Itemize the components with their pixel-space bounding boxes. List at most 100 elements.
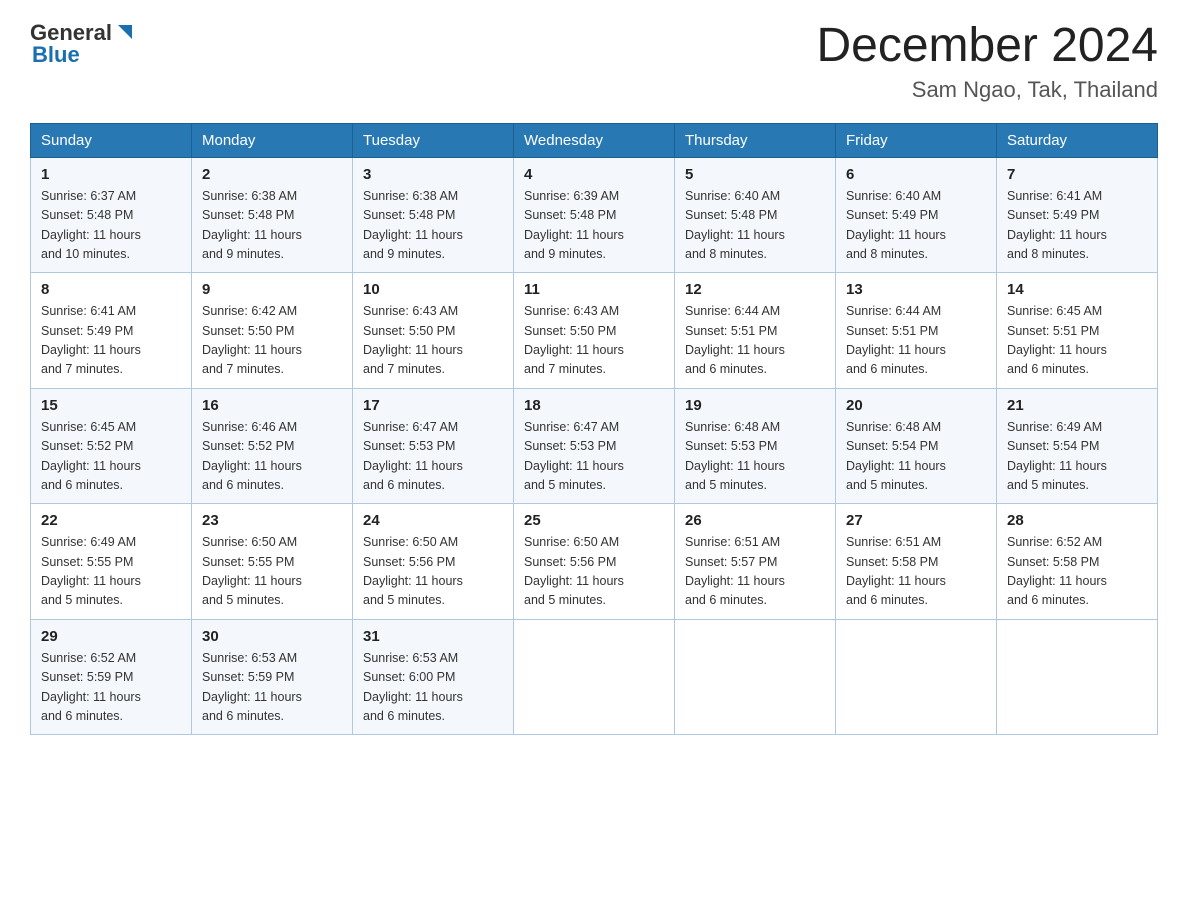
calendar-day-cell: 17 Sunrise: 6:47 AMSunset: 5:53 PMDaylig… [353,388,514,504]
day-of-week-header: Monday [192,123,353,157]
calendar-week-row: 15 Sunrise: 6:45 AMSunset: 5:52 PMDaylig… [31,388,1158,504]
calendar-day-cell: 11 Sunrise: 6:43 AMSunset: 5:50 PMDaylig… [514,273,675,389]
day-number: 30 [202,628,342,645]
calendar-day-cell: 15 Sunrise: 6:45 AMSunset: 5:52 PMDaylig… [31,388,192,504]
calendar-day-cell: 26 Sunrise: 6:51 AMSunset: 5:57 PMDaylig… [675,504,836,620]
calendar-day-cell: 7 Sunrise: 6:41 AMSunset: 5:49 PMDayligh… [997,157,1158,273]
day-info: Sunrise: 6:39 AMSunset: 5:48 PMDaylight:… [524,189,624,261]
day-number: 13 [846,281,986,298]
day-number: 6 [846,166,986,183]
calendar-day-cell: 18 Sunrise: 6:47 AMSunset: 5:53 PMDaylig… [514,388,675,504]
calendar-day-cell: 8 Sunrise: 6:41 AMSunset: 5:49 PMDayligh… [31,273,192,389]
page-header: General Blue December 2024 Sam Ngao, Tak… [30,20,1158,103]
day-info: Sunrise: 6:40 AMSunset: 5:49 PMDaylight:… [846,189,946,261]
day-info: Sunrise: 6:46 AMSunset: 5:52 PMDaylight:… [202,420,302,492]
day-number: 20 [846,397,986,414]
day-number: 29 [41,628,181,645]
day-number: 16 [202,397,342,414]
calendar-table: SundayMondayTuesdayWednesdayThursdayFrid… [30,123,1158,736]
calendar-day-cell: 23 Sunrise: 6:50 AMSunset: 5:55 PMDaylig… [192,504,353,620]
day-info: Sunrise: 6:51 AMSunset: 5:57 PMDaylight:… [685,535,785,607]
day-number: 5 [685,166,825,183]
calendar-week-row: 8 Sunrise: 6:41 AMSunset: 5:49 PMDayligh… [31,273,1158,389]
day-number: 10 [363,281,503,298]
day-number: 19 [685,397,825,414]
day-info: Sunrise: 6:51 AMSunset: 5:58 PMDaylight:… [846,535,946,607]
day-number: 28 [1007,512,1147,529]
title-block: December 2024 Sam Ngao, Tak, Thailand [816,20,1158,103]
logo: General Blue [30,20,136,68]
calendar-day-cell: 24 Sunrise: 6:50 AMSunset: 5:56 PMDaylig… [353,504,514,620]
day-of-week-header: Friday [836,123,997,157]
day-number: 27 [846,512,986,529]
day-number: 26 [685,512,825,529]
day-number: 1 [41,166,181,183]
day-info: Sunrise: 6:48 AMSunset: 5:54 PMDaylight:… [846,420,946,492]
location-title: Sam Ngao, Tak, Thailand [816,77,1158,103]
calendar-day-cell: 2 Sunrise: 6:38 AMSunset: 5:48 PMDayligh… [192,157,353,273]
calendar-week-row: 29 Sunrise: 6:52 AMSunset: 5:59 PMDaylig… [31,619,1158,735]
day-number: 21 [1007,397,1147,414]
day-of-week-header: Wednesday [514,123,675,157]
day-number: 2 [202,166,342,183]
day-info: Sunrise: 6:50 AMSunset: 5:56 PMDaylight:… [363,535,463,607]
calendar-day-cell: 1 Sunrise: 6:37 AMSunset: 5:48 PMDayligh… [31,157,192,273]
calendar-day-cell: 5 Sunrise: 6:40 AMSunset: 5:48 PMDayligh… [675,157,836,273]
day-number: 15 [41,397,181,414]
day-info: Sunrise: 6:52 AMSunset: 5:58 PMDaylight:… [1007,535,1107,607]
day-of-week-header: Sunday [31,123,192,157]
calendar-day-cell [997,619,1158,735]
day-info: Sunrise: 6:44 AMSunset: 5:51 PMDaylight:… [846,304,946,376]
day-info: Sunrise: 6:53 AMSunset: 5:59 PMDaylight:… [202,651,302,723]
month-title: December 2024 [816,20,1158,73]
day-info: Sunrise: 6:50 AMSunset: 5:56 PMDaylight:… [524,535,624,607]
calendar-day-cell: 10 Sunrise: 6:43 AMSunset: 5:50 PMDaylig… [353,273,514,389]
calendar-day-cell [675,619,836,735]
day-info: Sunrise: 6:37 AMSunset: 5:48 PMDaylight:… [41,189,141,261]
calendar-day-cell: 21 Sunrise: 6:49 AMSunset: 5:54 PMDaylig… [997,388,1158,504]
day-info: Sunrise: 6:38 AMSunset: 5:48 PMDaylight:… [202,189,302,261]
day-number: 11 [524,281,664,298]
day-number: 3 [363,166,503,183]
day-info: Sunrise: 6:53 AMSunset: 6:00 PMDaylight:… [363,651,463,723]
calendar-week-row: 22 Sunrise: 6:49 AMSunset: 5:55 PMDaylig… [31,504,1158,620]
calendar-week-row: 1 Sunrise: 6:37 AMSunset: 5:48 PMDayligh… [31,157,1158,273]
calendar-day-cell: 16 Sunrise: 6:46 AMSunset: 5:52 PMDaylig… [192,388,353,504]
calendar-day-cell: 19 Sunrise: 6:48 AMSunset: 5:53 PMDaylig… [675,388,836,504]
day-info: Sunrise: 6:41 AMSunset: 5:49 PMDaylight:… [1007,189,1107,261]
day-info: Sunrise: 6:45 AMSunset: 5:52 PMDaylight:… [41,420,141,492]
calendar-day-cell: 25 Sunrise: 6:50 AMSunset: 5:56 PMDaylig… [514,504,675,620]
calendar-day-cell: 12 Sunrise: 6:44 AMSunset: 5:51 PMDaylig… [675,273,836,389]
calendar-day-cell: 31 Sunrise: 6:53 AMSunset: 6:00 PMDaylig… [353,619,514,735]
calendar-day-cell: 6 Sunrise: 6:40 AMSunset: 5:49 PMDayligh… [836,157,997,273]
day-info: Sunrise: 6:49 AMSunset: 5:55 PMDaylight:… [41,535,141,607]
day-number: 7 [1007,166,1147,183]
day-number: 24 [363,512,503,529]
day-number: 22 [41,512,181,529]
calendar-day-cell: 13 Sunrise: 6:44 AMSunset: 5:51 PMDaylig… [836,273,997,389]
day-number: 23 [202,512,342,529]
day-info: Sunrise: 6:48 AMSunset: 5:53 PMDaylight:… [685,420,785,492]
day-info: Sunrise: 6:47 AMSunset: 5:53 PMDaylight:… [524,420,624,492]
day-of-week-header: Tuesday [353,123,514,157]
day-number: 17 [363,397,503,414]
day-number: 18 [524,397,664,414]
day-info: Sunrise: 6:38 AMSunset: 5:48 PMDaylight:… [363,189,463,261]
day-info: Sunrise: 6:47 AMSunset: 5:53 PMDaylight:… [363,420,463,492]
day-info: Sunrise: 6:52 AMSunset: 5:59 PMDaylight:… [41,651,141,723]
calendar-day-cell: 28 Sunrise: 6:52 AMSunset: 5:58 PMDaylig… [997,504,1158,620]
day-of-week-header: Thursday [675,123,836,157]
day-info: Sunrise: 6:40 AMSunset: 5:48 PMDaylight:… [685,189,785,261]
day-number: 9 [202,281,342,298]
calendar-day-cell [836,619,997,735]
day-info: Sunrise: 6:41 AMSunset: 5:49 PMDaylight:… [41,304,141,376]
day-number: 8 [41,281,181,298]
calendar-day-cell: 9 Sunrise: 6:42 AMSunset: 5:50 PMDayligh… [192,273,353,389]
day-number: 12 [685,281,825,298]
day-number: 14 [1007,281,1147,298]
day-info: Sunrise: 6:43 AMSunset: 5:50 PMDaylight:… [524,304,624,376]
calendar-day-cell: 29 Sunrise: 6:52 AMSunset: 5:59 PMDaylig… [31,619,192,735]
day-number: 25 [524,512,664,529]
calendar-day-cell: 14 Sunrise: 6:45 AMSunset: 5:51 PMDaylig… [997,273,1158,389]
day-number: 4 [524,166,664,183]
